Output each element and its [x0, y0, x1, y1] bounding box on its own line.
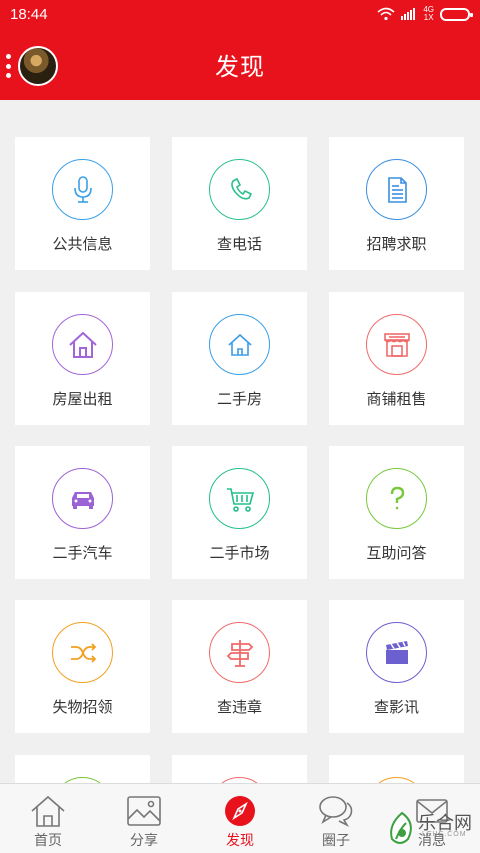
status-time: 18:44	[10, 5, 48, 23]
compass-icon	[225, 796, 255, 826]
service-label: 二手房	[216, 391, 262, 408]
service-card-shops[interactable]: 商铺租售	[329, 292, 464, 425]
page-title: 发现	[215, 53, 265, 81]
phone-icon	[209, 159, 270, 220]
tab-share[interactable]: 分享	[96, 784, 192, 853]
service-label: 房屋出租	[52, 391, 113, 408]
service-card-used-house[interactable]: 二手房	[172, 292, 307, 425]
menu-dots-icon[interactable]	[6, 54, 12, 78]
signpost-icon	[209, 622, 270, 683]
image-icon	[127, 796, 161, 826]
clapperboard-icon	[366, 622, 427, 683]
service-card-qa[interactable]: 互助问答	[329, 446, 464, 579]
signal-icon	[401, 8, 416, 20]
service-card-used-cars[interactable]: 二手汽车	[15, 446, 150, 579]
document-icon	[366, 159, 427, 220]
house-outline-icon	[209, 314, 270, 375]
service-card-market[interactable]: 二手市场	[172, 446, 307, 579]
shuffle-icon	[52, 622, 113, 683]
shopping-cart-icon	[209, 468, 270, 529]
tab-home[interactable]: 首页	[0, 784, 96, 853]
tab-label: 圈子	[322, 832, 350, 848]
avatar[interactable]	[18, 46, 58, 86]
chat-bubbles-icon	[319, 796, 353, 827]
service-card-public-info[interactable]: 公共信息	[15, 137, 150, 270]
network-bottom: 1X	[423, 13, 434, 22]
tab-label: 发现	[226, 832, 254, 848]
home-icon	[31, 795, 65, 827]
network-type: 4G 1X	[423, 6, 434, 22]
tab-label: 分享	[130, 832, 158, 848]
service-card-violations[interactable]: 查违章	[172, 600, 307, 733]
service-label: 招聘求职	[366, 236, 427, 253]
service-label: 二手汽车	[52, 545, 113, 562]
status-icons: 4G 1X	[377, 6, 473, 22]
app-header: 发现	[0, 28, 480, 100]
tab-label: 首页	[34, 832, 62, 848]
tab-circle[interactable]: 圈子	[288, 784, 384, 853]
house-icon	[52, 314, 113, 375]
service-card-lost-found[interactable]: 失物招领	[15, 600, 150, 733]
watermark-subtext: LEHE.COM	[422, 831, 467, 838]
status-bar: 18:44 4G 1X	[0, 0, 480, 28]
question-icon	[366, 468, 427, 529]
service-label: 商铺租售	[366, 391, 427, 408]
service-label: 查违章	[216, 699, 262, 716]
storefront-icon	[366, 314, 427, 375]
service-label: 二手市场	[209, 545, 270, 562]
leaf-logo-icon	[390, 811, 412, 844]
service-card-house-rent[interactable]: 房屋出租	[15, 292, 150, 425]
car-icon	[52, 468, 113, 529]
service-card-movies[interactable]: 查影讯	[329, 600, 464, 733]
service-label: 查影讯	[373, 699, 419, 716]
service-label: 失物招领	[52, 699, 113, 716]
service-label: 公共信息	[52, 236, 113, 253]
service-card-jobs[interactable]: 招聘求职	[329, 137, 464, 270]
service-label: 互助问答	[366, 545, 427, 562]
service-label: 查电话	[216, 236, 262, 253]
microphone-icon	[52, 159, 113, 220]
watermark-logo: 乐合网 LEHE.COM	[384, 805, 480, 853]
wifi-icon	[377, 7, 395, 21]
service-card-phone[interactable]: 查电话	[172, 137, 307, 270]
battery-icon	[440, 7, 473, 21]
tab-discover[interactable]: 发现	[192, 784, 288, 853]
